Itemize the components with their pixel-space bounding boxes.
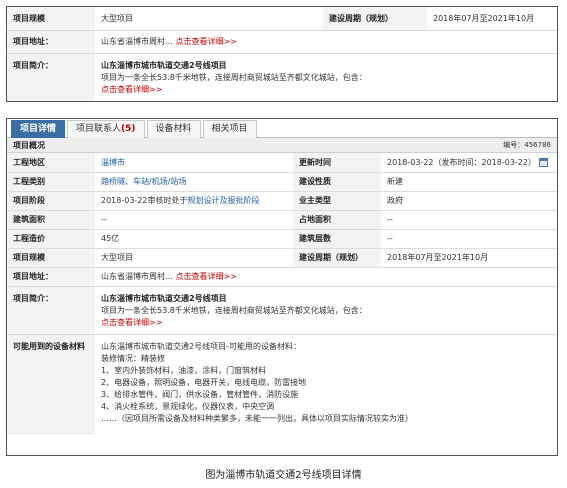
materials-line: 2、电器设备，照明设备，电器开关，电线电缆，防雷接地: [101, 377, 307, 387]
owner-value: 政府: [381, 191, 557, 211]
stage-label: 项目阶段: [7, 191, 95, 211]
updated-label: 更新时间: [293, 153, 381, 173]
tab-related-projects[interactable]: 相关项目: [202, 120, 257, 138]
table-row: 工程类别 路桥隧、车站/机场/站场 建设性质 新建: [7, 172, 557, 192]
table-row: 项目地址： 山东省淄博市周村… 点击查看详细>>: [7, 267, 557, 287]
owner-label: 业主类型: [293, 191, 381, 211]
nature-value: 新建: [381, 172, 557, 192]
address-detail-link[interactable]: 点击查看详细>>: [176, 37, 237, 46]
tab-contacts-label: 项目联系人: [76, 124, 122, 134]
tab-project-contacts[interactable]: 项目联系人(5): [67, 120, 145, 138]
category-value[interactable]: 路桥隧、车站/机场/站场: [95, 172, 293, 192]
detail-address-link[interactable]: 点击查看详细>>: [176, 272, 237, 281]
materials-label: 可能用到的设备材料: [7, 334, 95, 435]
details-table: 工程地区 淄博市 更新时间 2018-03-22（发布时间：2018-03-22…: [7, 153, 557, 435]
overview-header: 项目概况 编号：456786: [7, 138, 557, 153]
updated-value: 2018-03-22（发布时间：2018-03-22）: [387, 157, 536, 167]
address-cell: 山东省淄博市周村… 点击查看详细>>: [95, 30, 557, 54]
overview-title: 项目概况: [13, 140, 45, 150]
detail-period-value: 2018年07月至2021年10月: [381, 248, 557, 268]
detail-period-label: 建设周期（规划）: [293, 248, 381, 268]
intro-title: 山东淄博市城市轨道交通2号线项目: [101, 60, 227, 70]
project-detail-panel: 项目详情 项目联系人(5) 设备材料 相关项目 项目概况 编号：456786 工…: [6, 118, 558, 456]
table-row: 项目简介： 山东淄博市城市轨道交通2号线项目 项目为一条全长53.8千米地铁，连…: [7, 286, 557, 335]
cost-label: 工程造价: [7, 229, 95, 249]
calendar-icon[interactable]: [538, 157, 548, 167]
table-row: 工程地区 淄博市 更新时间 2018-03-22（发布时间：2018-03-22…: [7, 153, 557, 173]
cost-value: 45亿: [95, 229, 293, 249]
detail-intro-label: 项目简介：: [7, 286, 95, 335]
detail-address-value: 山东省淄博市周村…: [101, 272, 173, 281]
nature-label: 建设性质: [293, 172, 381, 192]
image-caption: 图为淄博市轨道交通2号线项目详情: [205, 470, 362, 481]
stage-cell: 2018-03-22审核时处于规划设计及报批阶段: [95, 191, 293, 211]
period-label: 建设周期（规划）: [323, 7, 427, 31]
area-label: 建筑面积: [7, 210, 95, 230]
detail-intro-title: 山东淄博市城市轨道交通2号线项目: [101, 293, 227, 303]
materials-line: ……（因项目所需设备及材料种类繁多，未能一一列出，具体以项目实际情况较实为准）: [101, 413, 413, 423]
floors-value: --: [381, 229, 557, 249]
tab-equipment-materials[interactable]: 设备材料: [146, 120, 201, 138]
project-number: 编号：456786: [503, 141, 551, 149]
scale-value: 大型项目: [95, 7, 323, 31]
detail-address-label: 项目地址：: [7, 267, 95, 287]
table-row: 项目阶段 2018-03-22审核时处于规划设计及报批阶段 业主类型 政府: [7, 191, 557, 211]
intro-text: 项目为一条全长53.8千米地铁，连接周村商贸城站至齐都文化城站，包含：: [101, 72, 367, 82]
tab-project-details[interactable]: 项目详情: [11, 120, 66, 138]
area-value: --: [95, 210, 293, 230]
intro-cell: 山东淄博市城市轨道交通2号线项目 项目为一条全长53.8千米地铁，连接周村商贸城…: [95, 53, 557, 101]
materials-line: 4、消火栓系统，景观绿化，仪器仪表，中央空调: [101, 401, 275, 411]
tab-bar: 项目详情 项目联系人(5) 设备材料 相关项目: [7, 119, 557, 138]
location-label: 工程地区: [7, 153, 95, 173]
project-summary-panel: 项目规模 大型项目 建设周期（规划） 2018年07月至2021年10月 项目地…: [6, 6, 558, 102]
detail-address-cell: 山东省淄博市周村… 点击查看详细>>: [95, 267, 557, 287]
address-label: 项目地址：: [7, 30, 95, 54]
stage-prefix: 2018-03-22审核时处于: [101, 196, 188, 205]
detail-intro-cell: 山东淄博市城市轨道交通2号线项目 项目为一条全长53.8千米地铁，连接周村商贸城…: [95, 286, 557, 335]
scale-label: 项目规模: [7, 7, 95, 31]
materials-cell: 山东淄博市城市轨道交通2号线项目-可能用的设备材料： 装修情况：精装修 1、室内…: [95, 334, 557, 435]
period-value: 2018年07月至2021年10月: [427, 7, 557, 31]
materials-line: 3、给排水管件，阀门，供水设备，管材管件，消防设施: [101, 389, 299, 399]
materials-line: 装修情况：精装修: [101, 353, 165, 363]
detail-intro-text: 项目为一条全长53.8千米地铁，连接周村商贸城站至齐都文化城站，包含：: [101, 305, 367, 315]
detail-scale-label: 项目规模: [7, 248, 95, 268]
land-value: --: [381, 210, 557, 230]
materials-line: 1、室内外装饰材料，油漆，涂料，门窗筑材料: [101, 365, 267, 375]
location-value[interactable]: 淄博市: [95, 153, 293, 173]
updated-cell: 2018-03-22（发布时间：2018-03-22）: [381, 153, 557, 173]
materials-line: 山东淄博市城市轨道交通2号线项目-可能用的设备材料：: [101, 341, 301, 351]
address-value: 山东省淄博市周村…: [101, 37, 173, 46]
land-label: 占地面积: [293, 210, 381, 230]
intro-label: 项目简介：: [7, 53, 95, 101]
floors-label: 建筑层数: [293, 229, 381, 249]
detail-scale-value: 大型项目: [95, 248, 293, 268]
table-row: 项目规模 大型项目 建设周期（规划） 2018年07月至2021年10月: [7, 248, 557, 268]
table-row: 可能用到的设备材料 山东淄博市城市轨道交通2号线项目-可能用的设备材料： 装修情…: [7, 334, 557, 435]
intro-detail-link[interactable]: 点击查看详细>>: [101, 84, 551, 96]
contacts-count-badge: (5): [121, 124, 136, 134]
table-row: 建筑面积 -- 占地面积 --: [7, 210, 557, 230]
category-label: 工程类别: [7, 172, 95, 192]
stage-value[interactable]: 规划设计及报批阶段: [188, 196, 260, 205]
detail-intro-link[interactable]: 点击查看详细>>: [101, 317, 551, 329]
table-row: 工程造价 45亿 建筑层数 --: [7, 229, 557, 249]
